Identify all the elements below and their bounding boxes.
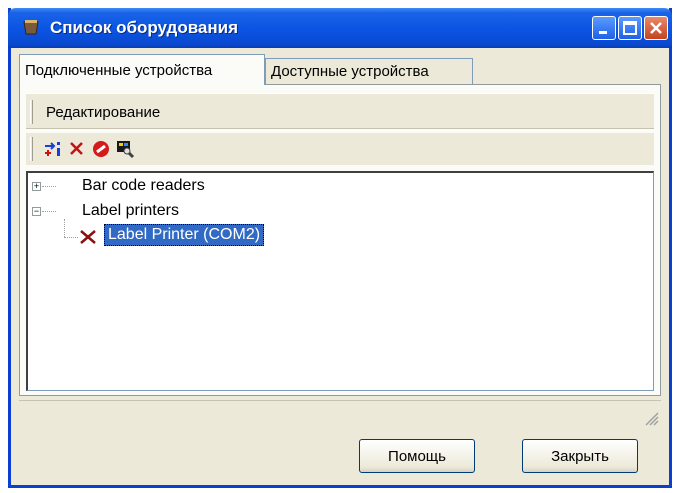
menu-bar: Редактирование [26,93,654,129]
properties-icon[interactable] [114,138,136,160]
app-icon [23,20,39,35]
status-bar [19,400,661,428]
toolbar-grip[interactable] [30,137,33,161]
menu-item-edit[interactable]: Редактирование [46,104,160,121]
tree-node-label-printers[interactable]: Label printers [82,202,179,220]
tab-available-devices[interactable]: Доступные устройства [265,58,473,84]
device-tree[interactable]: + Bar code readers − Label printers Labe… [26,171,654,391]
toolbar [26,133,654,165]
menu-grip[interactable] [30,100,33,124]
tree-connector [64,219,65,237]
minimize-icon [599,31,607,34]
equipment-list-window: Список оборудования Подключенные устройс… [8,8,672,488]
device-disconnected-icon [80,230,96,244]
tree-connector [42,211,56,212]
help-button[interactable]: Помощь [359,439,475,473]
close-button[interactable] [644,16,668,40]
minimize-button[interactable] [592,16,616,40]
tree-node-label-printer-com2[interactable]: Label Printer (COM2) [104,224,265,246]
close-icon [650,22,662,34]
tree-connector [42,186,56,187]
resize-grip-icon[interactable] [643,410,659,426]
tab-strip: Подключенные устройства Доступные устрой… [19,54,659,85]
tab-connected-devices[interactable]: Подключенные устройства [19,54,265,85]
add-device-icon[interactable] [42,138,64,160]
collapse-toggle-label-printers[interactable]: − [32,207,41,216]
title-bar[interactable]: Список оборудования [8,8,672,48]
maximize-icon [623,21,637,35]
expand-toggle-bar-code-readers[interactable]: + [32,182,41,191]
delete-icon[interactable] [66,138,88,160]
tab-panel: Редактирование + Bar code readers − Labe… [19,84,661,396]
window-title: Список оборудования [50,18,239,37]
close-dialog-button[interactable]: Закрыть [522,439,638,473]
maximize-button[interactable] [618,16,642,40]
tree-connector [64,237,78,238]
disable-icon[interactable] [90,138,112,160]
tree-node-bar-code-readers[interactable]: Bar code readers [82,177,205,195]
